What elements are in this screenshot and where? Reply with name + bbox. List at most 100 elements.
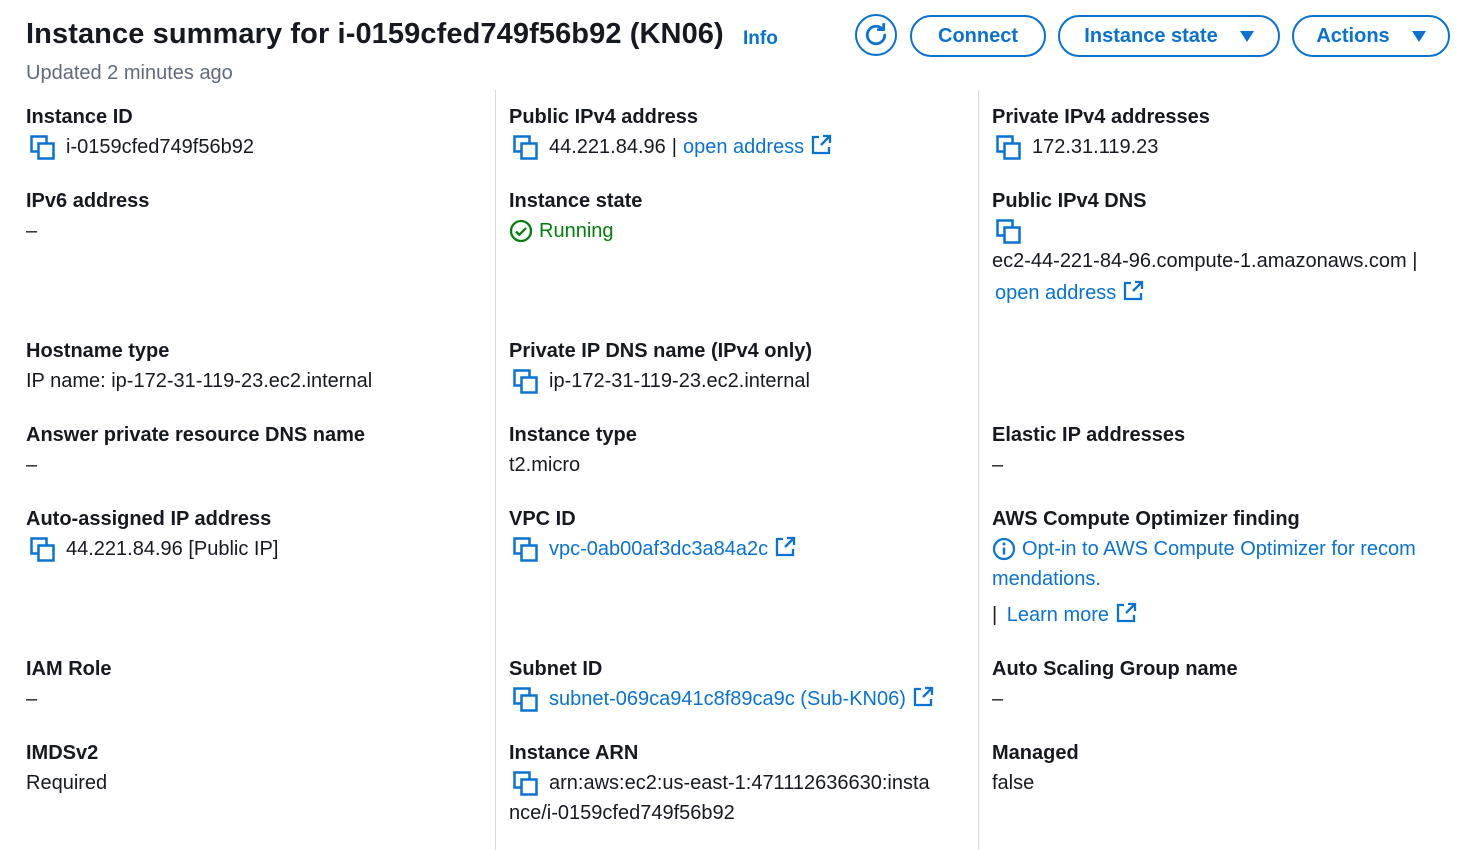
column-divider bbox=[978, 90, 979, 850]
connect-button[interactable]: Connect bbox=[910, 15, 1046, 57]
private-ipv4-value: 172.31.119.23 bbox=[1032, 136, 1159, 158]
field-instance-type: Instance type t2.micro bbox=[509, 423, 637, 479]
open-address-link[interactable]: open address bbox=[995, 282, 1144, 304]
field-subnet-id: Subnet ID subnet-069ca941c8f89ca9c (Sub-… bbox=[509, 657, 934, 713]
open-address-link[interactable]: open address bbox=[683, 133, 832, 161]
instance-state-value: Running bbox=[539, 220, 614, 242]
caret-down-icon bbox=[1411, 30, 1426, 42]
field-auto-ip: Auto-assigned IP address 44.221.84.96 [P… bbox=[26, 507, 278, 563]
connect-button-label: Connect bbox=[938, 24, 1018, 47]
external-link-icon bbox=[774, 536, 796, 558]
separator: | bbox=[671, 136, 677, 158]
copy-icon[interactable] bbox=[30, 135, 56, 161]
check-circle-icon bbox=[509, 219, 533, 243]
copy-icon[interactable] bbox=[996, 135, 1022, 161]
field-compute-optimizer: AWS Compute Optimizer finding Opt-in to … bbox=[992, 507, 1416, 629]
copy-icon[interactable] bbox=[513, 135, 539, 161]
imdsv2-value: Required bbox=[26, 772, 108, 794]
asg-name-value: – bbox=[992, 688, 1004, 710]
subnet-id-link[interactable]: subnet-069ca941c8f89ca9c (Sub-KN06) bbox=[549, 685, 934, 713]
field-asg-name: Auto Scaling Group name – bbox=[992, 657, 1238, 713]
external-link-icon bbox=[1115, 602, 1137, 624]
vpc-id-value: vpc-0ab00af3dc3a84a2c bbox=[549, 538, 769, 560]
external-link-icon bbox=[810, 134, 832, 156]
field-private-dns: Private IP DNS name (IPv4 only) ip-172-3… bbox=[509, 339, 812, 395]
actions-button[interactable]: Actions bbox=[1292, 15, 1450, 57]
instance-summary-header: Instance summary for i-0159cfed749f56b92… bbox=[26, 14, 1456, 94]
label: Auto Scaling Group name bbox=[992, 658, 1238, 680]
ipv6-value: – bbox=[26, 220, 38, 242]
open-address-label: open address bbox=[682, 136, 805, 158]
external-link-icon bbox=[1122, 280, 1144, 302]
label: IPv6 address bbox=[26, 190, 150, 212]
label: Private IPv4 addresses bbox=[992, 106, 1210, 128]
separator: | bbox=[1412, 250, 1418, 272]
field-managed: Managed false bbox=[992, 741, 1079, 797]
column-divider bbox=[495, 90, 496, 850]
field-iam-role: IAM Role – bbox=[26, 657, 112, 713]
answer-dns-value: – bbox=[26, 454, 38, 476]
optimizer-optin-link-line2[interactable]: mendations. bbox=[992, 565, 1416, 593]
label: Public IPv4 address bbox=[509, 106, 698, 128]
label: Instance ID bbox=[26, 106, 133, 128]
field-vpc-id: VPC ID vpc-0ab00af3dc3a84a2c bbox=[509, 507, 796, 563]
field-instance-arn: Instance ARN arn:aws:ec2:us-east-1:47111… bbox=[509, 741, 930, 827]
label: Instance state bbox=[509, 190, 643, 212]
instance-type-value: t2.micro bbox=[509, 454, 581, 476]
field-public-ipv4: Public IPv4 address 44.221.84.96 | open … bbox=[509, 105, 832, 161]
instance-state-button[interactable]: Instance state bbox=[1058, 15, 1280, 57]
copy-icon[interactable] bbox=[513, 771, 539, 797]
copy-icon[interactable] bbox=[30, 537, 56, 563]
auto-ip-value: 44.221.84.96 [Public IP] bbox=[66, 538, 279, 560]
learn-more-label: Learn more bbox=[1006, 604, 1110, 626]
refresh-icon bbox=[865, 22, 887, 46]
label: Managed bbox=[992, 742, 1079, 764]
label: Auto-assigned IP address bbox=[26, 508, 272, 530]
copy-icon[interactable] bbox=[513, 687, 539, 713]
optimizer-optin-link[interactable]: Opt-in to AWS Compute Optimizer for reco… bbox=[1022, 535, 1416, 563]
label: Hostname type bbox=[26, 340, 170, 362]
external-link-icon bbox=[912, 686, 934, 708]
field-ipv6: IPv6 address – bbox=[26, 189, 149, 245]
page-title: Instance summary for i-0159cfed749f56b92… bbox=[26, 18, 724, 50]
private-dns-value: ip-172-31-119-23.ec2.internal bbox=[549, 370, 810, 392]
managed-value: false bbox=[992, 772, 1035, 794]
iam-role-value: – bbox=[26, 688, 38, 710]
instance-id-value: i-0159cfed749f56b92 bbox=[66, 136, 254, 158]
info-link[interactable]: Info bbox=[743, 28, 778, 50]
label: AWS Compute Optimizer finding bbox=[992, 508, 1300, 530]
label: Instance type bbox=[509, 424, 637, 446]
field-instance-state: Instance state Running bbox=[509, 189, 642, 245]
instance-arn-value-line1: arn:aws:ec2:us-east-1:471112636630:insta bbox=[549, 772, 930, 794]
label: Instance ARN bbox=[509, 742, 639, 764]
learn-more-link[interactable]: Learn more bbox=[1007, 604, 1137, 626]
subnet-id-value: subnet-069ca941c8f89ca9c (Sub-KN06) bbox=[549, 688, 906, 710]
elastic-ip-value: – bbox=[992, 454, 1004, 476]
copy-icon[interactable] bbox=[513, 369, 539, 395]
open-address-label: open address bbox=[995, 282, 1117, 304]
field-public-dns: Public IPv4 DNS ec2-44-221-84-96.compute… bbox=[992, 189, 1417, 307]
field-private-ipv4: Private IPv4 addresses 172.31.119.23 bbox=[992, 105, 1210, 161]
label: Elastic IP addresses bbox=[992, 424, 1186, 446]
separator: | bbox=[992, 604, 998, 626]
label: Private IP DNS name (IPv4 only) bbox=[509, 340, 813, 362]
instance-state-button-label: Instance state bbox=[1084, 24, 1218, 47]
field-imdsv2: IMDSv2 Required bbox=[26, 741, 107, 797]
instance-arn-value-line2: nce/i-0159cfed749f56b92 bbox=[509, 802, 735, 824]
hostname-type-value: IP name: ip-172-31-119-23.ec2.internal bbox=[26, 370, 373, 392]
caret-down-icon bbox=[1239, 30, 1254, 42]
copy-icon[interactable] bbox=[513, 537, 539, 563]
field-elastic-ip: Elastic IP addresses – bbox=[992, 423, 1185, 479]
field-hostname-type: Hostname type IP name: ip-172-31-119-23.… bbox=[26, 339, 372, 395]
label: Public IPv4 DNS bbox=[992, 190, 1147, 212]
refresh-button[interactable] bbox=[855, 14, 897, 56]
field-answer-dns: Answer private resource DNS name – bbox=[26, 423, 365, 479]
public-dns-value: ec2-44-221-84-96.compute-1.amazonaws.com bbox=[992, 250, 1407, 272]
field-instance-id: Instance ID i-0159cfed749f56b92 bbox=[26, 105, 254, 161]
vpc-id-link[interactable]: vpc-0ab00af3dc3a84a2c bbox=[549, 535, 796, 563]
label: IAM Role bbox=[26, 658, 112, 680]
copy-icon[interactable] bbox=[996, 219, 1022, 245]
label: Answer private resource DNS name bbox=[26, 424, 366, 446]
label: IMDSv2 bbox=[26, 742, 99, 764]
updated-timestamp: Updated 2 minutes ago bbox=[26, 62, 233, 84]
